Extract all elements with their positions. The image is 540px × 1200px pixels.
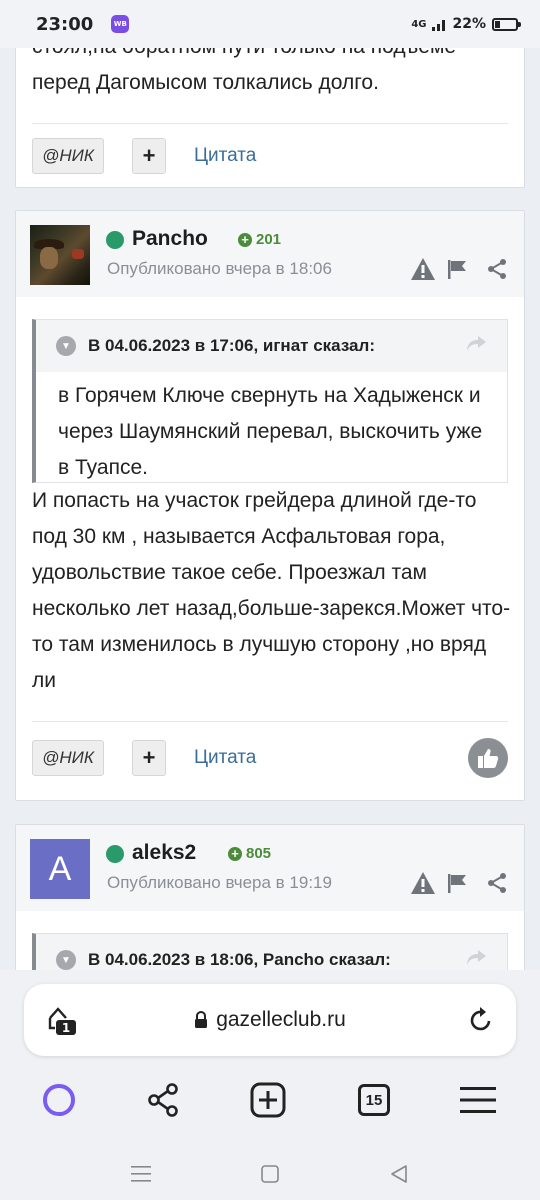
alice-icon	[42, 1083, 76, 1116]
signal-icon: 4G	[411, 18, 427, 30]
divider	[32, 123, 508, 124]
menu-button[interactable]	[456, 1078, 500, 1122]
published-date[interactable]: Опубликовано вчера в 19:19	[107, 873, 332, 893]
reputation-value: 805	[246, 845, 272, 862]
post-actions: @НИК + Цитата	[32, 738, 508, 778]
like-button[interactable]	[468, 738, 508, 778]
post-text: И попасть на участок грейдера длиной где…	[32, 489, 511, 692]
back-button[interactable]	[381, 1156, 417, 1192]
home-button[interactable]	[252, 1156, 288, 1192]
battery-icon	[492, 17, 521, 31]
post-tools	[410, 871, 508, 895]
tabs-button[interactable]: 15	[352, 1078, 396, 1122]
post-card: A aleks2 + 805 Опубликовано вчера в 19:1…	[15, 824, 525, 970]
flag-icon[interactable]	[446, 872, 468, 894]
quote-block: ▼ В 04.06.2023 в 17:06, игнат сказал: в …	[32, 319, 508, 483]
avatar[interactable]	[30, 225, 90, 285]
mention-button[interactable]: @НИК	[32, 740, 104, 776]
signal-bars-icon	[432, 19, 446, 31]
post-actions: @НИК + Цитата	[32, 137, 508, 175]
post-header: A aleks2 + 805 Опубликовано вчера в 19:1…	[16, 825, 524, 911]
url-text: gazelleclub.ru	[216, 1008, 346, 1031]
wb-app-icon: WB	[111, 15, 130, 33]
mention-button[interactable]: @НИК	[32, 138, 104, 174]
browser-bottom-bar: 1 gazelleclub.ru 15	[0, 970, 540, 1200]
lock-icon	[195, 1011, 208, 1028]
post-text: стоял,на обратном пути только на подъеме…	[32, 48, 456, 94]
online-indicator	[106, 845, 124, 863]
collapse-chevron-icon[interactable]: ▼	[56, 950, 76, 970]
report-warning-icon[interactable]	[410, 871, 436, 895]
home-square-icon	[261, 1165, 279, 1183]
system-navigation-bar	[0, 1148, 540, 1200]
reputation-value: 201	[256, 231, 282, 248]
divider	[32, 721, 508, 722]
author-name[interactable]: aleks2	[132, 841, 196, 865]
post-card: Pancho + 201 Опубликовано вчера в 18:06 …	[15, 210, 525, 801]
post-card: стоял,на обратном пути только на подъеме…	[15, 48, 525, 188]
address-bar[interactable]: 1 gazelleclub.ru	[24, 984, 516, 1056]
author-name[interactable]: Pancho	[132, 227, 208, 251]
recents-button[interactable]	[123, 1156, 159, 1192]
page-content: стоял,на обратном пути только на подъеме…	[0, 48, 540, 970]
status-time: 23:00	[36, 13, 94, 35]
status-bar: 23:00 WB 4G 22%	[0, 0, 540, 48]
flag-icon[interactable]	[446, 258, 468, 280]
reputation-badge: + 805	[228, 845, 271, 862]
published-date[interactable]: Опубликовано вчера в 18:06	[107, 259, 332, 279]
go-to-quote-icon[interactable]	[465, 948, 487, 968]
post-tools	[410, 257, 508, 281]
quote-block: ▼ В 04.06.2023 в 18:06, Pancho сказал:	[32, 933, 508, 970]
quote-header: ▼ В 04.06.2023 в 17:06, игнат сказал:	[36, 320, 507, 372]
collapse-chevron-icon[interactable]: ▼	[56, 336, 76, 356]
go-to-quote-icon[interactable]	[465, 334, 487, 354]
plus-circle-icon: +	[238, 232, 252, 247]
multiquote-button[interactable]: +	[132, 740, 166, 776]
post-header: Pancho + 201 Опубликовано вчера в 18:06	[16, 211, 524, 297]
alice-assistant-button[interactable]	[37, 1078, 81, 1122]
hamburger-menu-icon	[460, 1087, 496, 1113]
share-button[interactable]	[141, 1078, 185, 1122]
recents-icon	[131, 1166, 151, 1182]
thumbs-up-icon	[478, 749, 499, 768]
reload-icon[interactable]	[468, 1006, 494, 1034]
quote-link[interactable]: Цитата	[194, 747, 256, 769]
status-right: 4G 22%	[411, 16, 521, 32]
tab-count: 15	[358, 1084, 390, 1116]
new-tab-button[interactable]	[246, 1078, 290, 1122]
share-icon[interactable]	[486, 872, 508, 894]
multiquote-button[interactable]: +	[132, 138, 166, 174]
browser-toolbar: 15	[0, 1078, 540, 1122]
quote-citation: В 04.06.2023 в 17:06, игнат сказал:	[88, 336, 375, 355]
back-triangle-icon	[391, 1165, 407, 1183]
reputation-badge: + 201	[238, 231, 281, 248]
quote-link[interactable]: Цитата	[194, 145, 256, 167]
share-icon	[148, 1083, 178, 1117]
url-display[interactable]: gazelleclub.ru	[24, 984, 516, 1056]
quote-text: в Горячем Ключе свернуть на Хадыженск и …	[58, 384, 483, 479]
avatar[interactable]: A	[30, 839, 90, 899]
quote-citation: В 04.06.2023 в 18:06, Pancho сказал:	[88, 950, 391, 969]
plus-circle-icon: +	[228, 846, 242, 861]
battery-percent: 22%	[452, 16, 486, 32]
report-warning-icon[interactable]	[410, 257, 436, 281]
add-square-icon	[250, 1082, 286, 1118]
share-icon[interactable]	[486, 258, 508, 280]
online-indicator	[106, 231, 124, 249]
quote-header: ▼ В 04.06.2023 в 18:06, Pancho сказал:	[36, 934, 507, 970]
